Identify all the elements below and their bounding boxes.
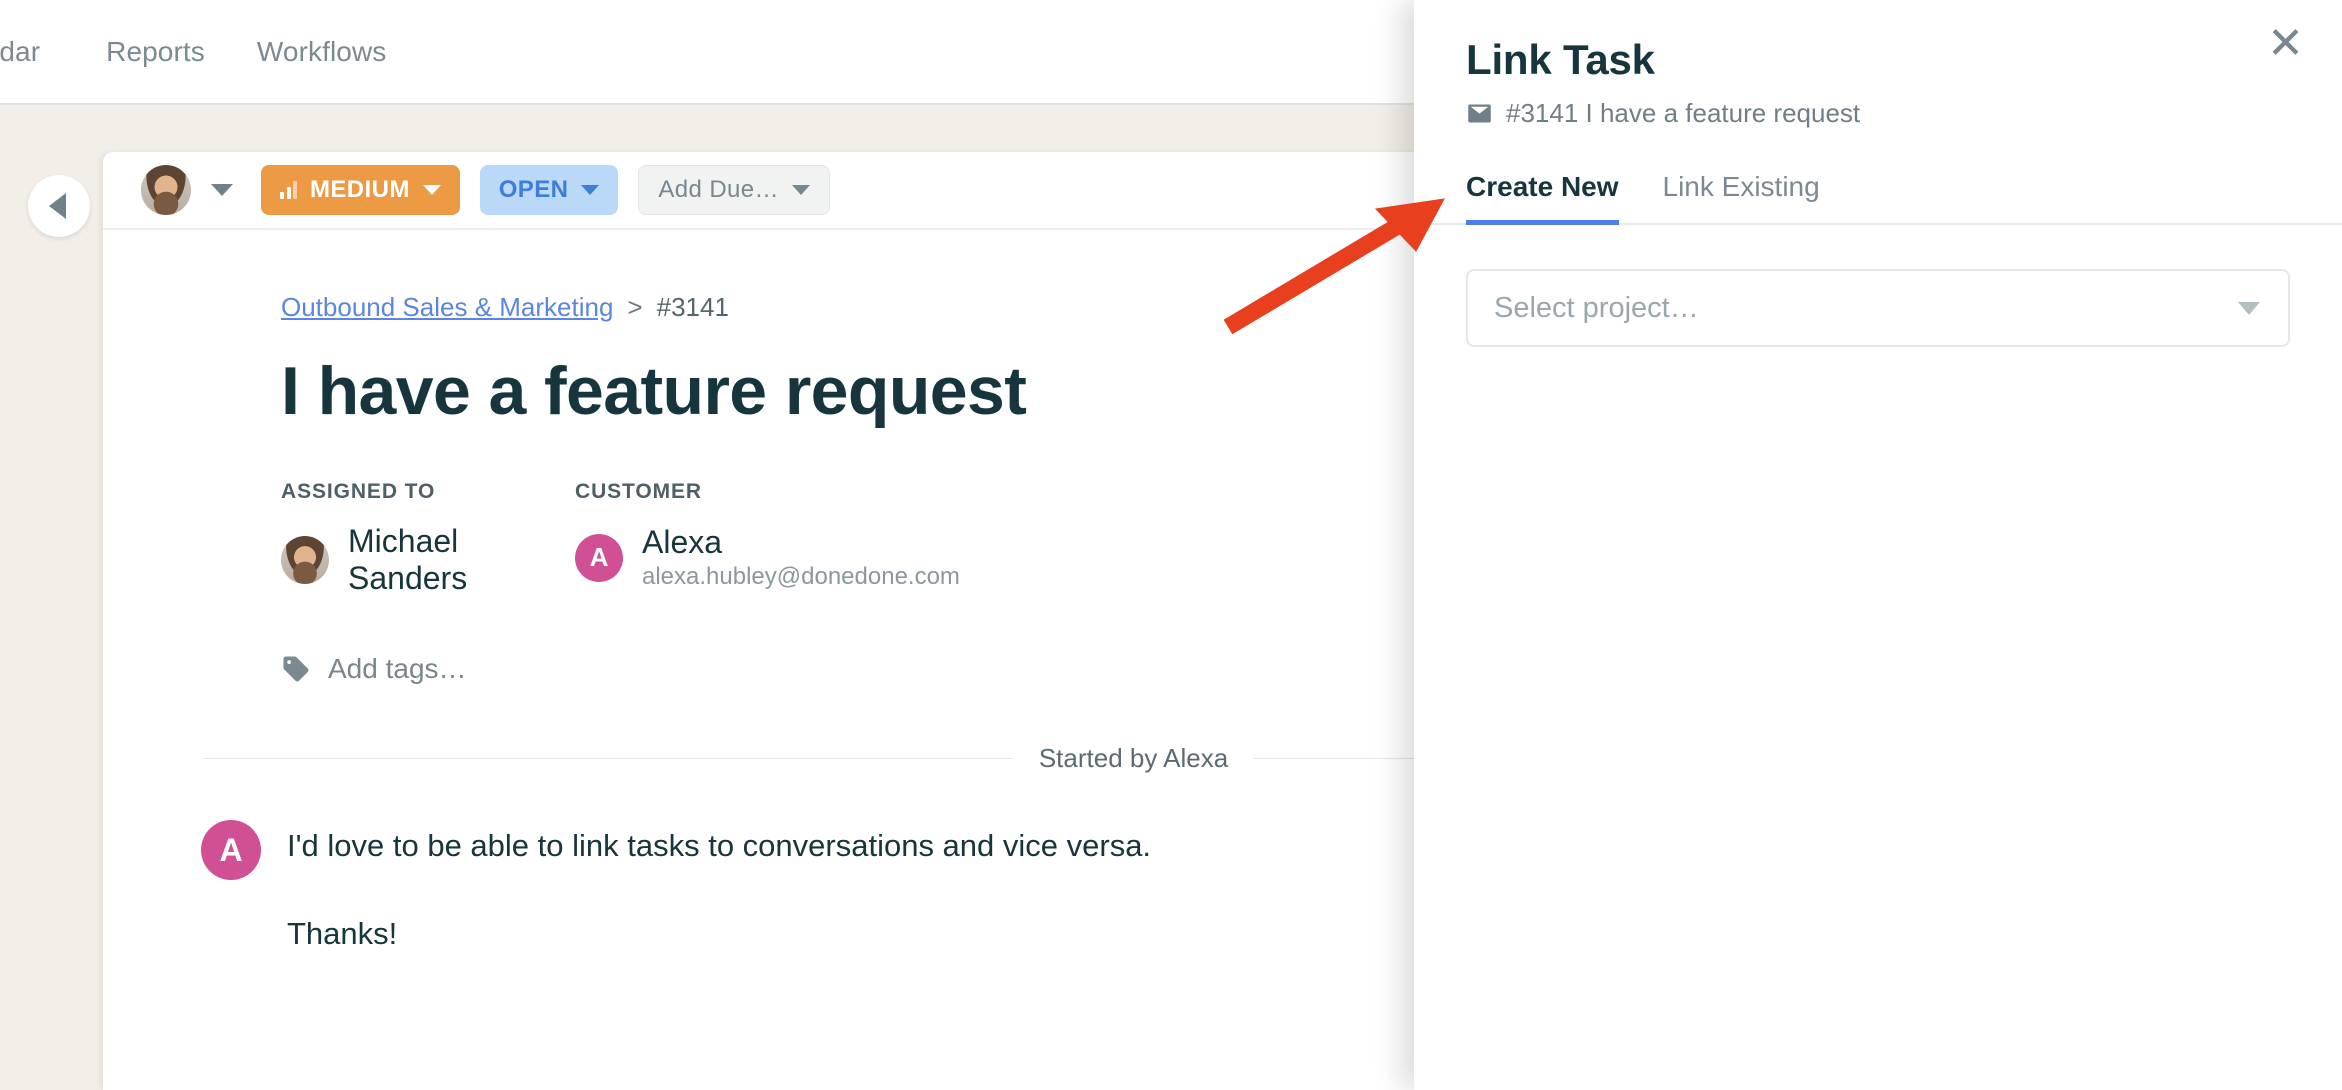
panel-title: Link Task [1466, 36, 1655, 83]
tab-create-new[interactable]: Create New [1466, 171, 1619, 225]
panel-subtitle-text: #3141 I have a feature request [1506, 98, 1861, 128]
status-chevron-down-icon [581, 185, 600, 195]
customer-block: CUSTOMER A Alexa alexa.hubley@donedone.c… [575, 480, 960, 597]
breadcrumb-ticket-id: #3141 [656, 292, 729, 322]
assignee-name: Michael Sanders [348, 523, 468, 597]
assigned-to-value[interactable]: Michael Sanders [281, 523, 575, 597]
due-date-chevron-down-icon [791, 185, 810, 195]
customer-name: Alexa [642, 524, 723, 561]
breadcrumb-project-link[interactable]: Outbound Sales & Marketing [281, 292, 613, 323]
assignee-chevron-down-icon[interactable] [211, 184, 233, 196]
link-task-panel: ✕ Link Task #3141 I have a feature reque… [1414, 0, 2342, 1090]
nav-item-calendar[interactable]: endar [0, 36, 40, 68]
priority-chevron-down-icon [422, 185, 441, 195]
close-icon[interactable]: ✕ [2267, 22, 2304, 66]
status-badge-label: OPEN [498, 176, 569, 203]
assigned-to-label: ASSIGNED TO [281, 480, 436, 504]
message-paragraph: I'd love to be able to link tasks to con… [287, 828, 1152, 864]
customer-email: alexa.hubley@donedone.com [642, 563, 960, 591]
assignee-avatar-small [281, 536, 329, 585]
tab-link-existing[interactable]: Link Existing [1663, 171, 1820, 225]
project-select[interactable]: Select project… [1466, 269, 2290, 347]
status-badge[interactable]: OPEN [479, 165, 619, 215]
chevron-down-icon [2238, 301, 2260, 315]
panel-content: Select project… [1414, 225, 2342, 347]
app-root: endar Reports Workflows MEDIUM OPEN [0, 0, 2342, 1090]
message-body: I'd love to be able to link tasks to con… [287, 820, 1151, 955]
customer-avatar: A [575, 533, 623, 582]
customer-label: CUSTOMER [575, 480, 702, 504]
divider-line-left [203, 758, 1013, 760]
breadcrumb-separator: > [627, 292, 643, 322]
nav-item-reports[interactable]: Reports [106, 36, 205, 68]
customer-text-stack: Alexa alexa.hubley@donedone.com [642, 523, 960, 591]
assigned-to-block: ASSIGNED TO Michael Sanders [281, 480, 575, 597]
customer-value[interactable]: A Alexa alexa.hubley@donedone.com [575, 523, 960, 591]
chevron-left-icon [49, 193, 66, 219]
assignee-avatar[interactable] [141, 165, 191, 215]
tag-icon [281, 654, 311, 684]
project-select-placeholder: Select project… [1494, 291, 1699, 324]
message-paragraph: Thanks! [287, 916, 398, 952]
priority-badge-label: MEDIUM [310, 176, 410, 203]
add-tags-placeholder[interactable]: Add tags… [328, 653, 467, 685]
due-date-button[interactable]: Add Due… [638, 165, 830, 215]
panel-subtitle: #3141 I have a feature request [1414, 84, 2342, 129]
priority-badge[interactable]: MEDIUM [261, 165, 460, 215]
envelope-icon [1468, 104, 1491, 123]
nav-item-workflows[interactable]: Workflows [257, 36, 387, 68]
due-date-label: Add Due… [658, 176, 779, 203]
back-collapse-button[interactable] [28, 175, 90, 237]
signal-bars-icon [280, 181, 297, 199]
panel-tab-list: Create New Link Existing [1414, 129, 2342, 225]
message-author-avatar: A [201, 820, 261, 881]
started-by-text: Started by Alexa [1038, 743, 1229, 774]
